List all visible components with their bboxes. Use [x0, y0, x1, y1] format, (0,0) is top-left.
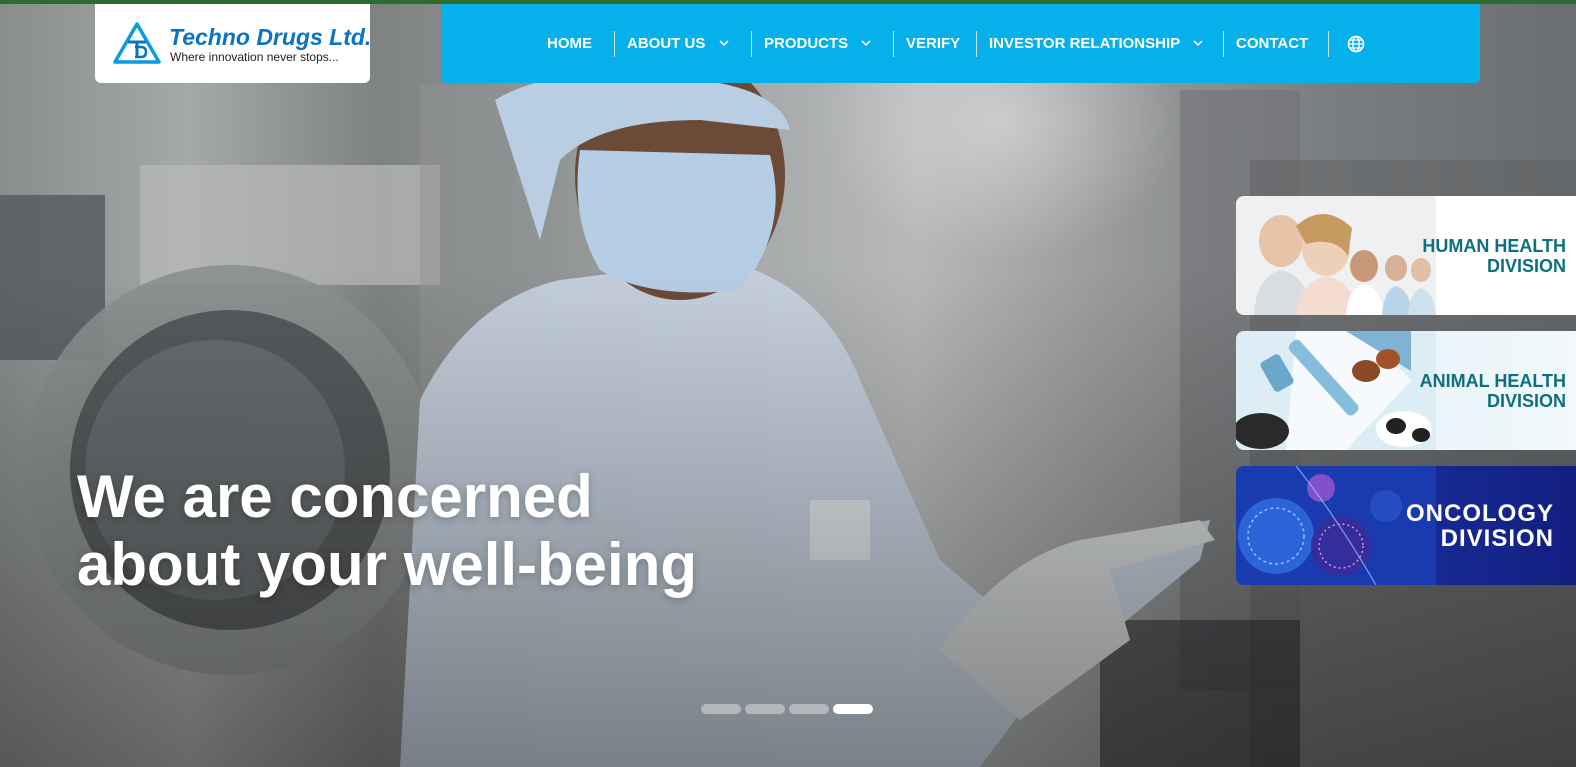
oncology-division-card[interactable]: ONCOLOGY DIVISION — [1236, 466, 1576, 585]
nav-about-us-label: ABOUT US — [627, 35, 706, 52]
chevron-down-icon — [718, 40, 729, 47]
nav-divider — [614, 31, 615, 57]
nav-divider — [976, 31, 977, 57]
human-health-label: HUMAN HEALTH DIVISION — [1422, 196, 1566, 315]
animal-health-label-line2: DIVISION — [1486, 390, 1566, 411]
animal-health-label: ANIMAL HEALTH DIVISION — [1420, 331, 1566, 450]
brand-tagline: Where innovation never stops... — [170, 50, 339, 64]
animal-health-image — [1236, 331, 1436, 450]
top-accent-line — [0, 0, 1576, 4]
human-health-label-line1: HUMAN HEALTH — [1422, 235, 1566, 256]
human-health-label-line2: DIVISION — [1486, 255, 1566, 276]
brand-name: Techno Drugs Ltd. — [169, 24, 372, 50]
human-health-division-card[interactable]: HUMAN HEALTH DIVISION — [1236, 196, 1576, 315]
nav-contact-label: CONTACT — [1236, 35, 1309, 52]
nav-divider — [751, 31, 752, 57]
hero-headline: We are concerned about your well-being — [77, 463, 697, 599]
nav-home[interactable]: HOME — [547, 4, 592, 83]
brand-logo[interactable]: Techno Drugs Ltd. Where innovation never… — [95, 4, 372, 83]
slide-dot-3[interactable] — [789, 704, 829, 714]
nav-verify-label: VERIFY — [906, 35, 961, 52]
main-navigation: HOME ABOUT US PRODUCTS VERIFY INVESTOR R… — [441, 4, 1480, 83]
hero-headline-line2: about your well-being — [77, 531, 698, 598]
slide-dot-4[interactable] — [833, 704, 873, 714]
oncology-label: ONCOLOGY DIVISION — [1406, 466, 1554, 585]
nav-investor-relationship[interactable]: INVESTOR RELATIONSHIP — [989, 4, 1204, 83]
nav-divider — [1328, 31, 1329, 57]
animal-health-division-card[interactable]: ANIMAL HEALTH DIVISION — [1236, 331, 1576, 450]
globe-icon[interactable] — [1347, 35, 1365, 53]
triangle-td-logo-icon — [113, 22, 161, 64]
oncology-label-line2: DIVISION — [1440, 524, 1554, 552]
slide-dot-1[interactable] — [701, 704, 741, 714]
chevron-down-icon — [861, 40, 871, 47]
hero-headline-line1: We are concerned — [77, 463, 593, 530]
nav-about-us[interactable]: ABOUT US — [627, 4, 730, 83]
nav-products[interactable]: PRODUCTS — [764, 4, 872, 83]
nav-verify[interactable]: VERIFY — [906, 4, 960, 83]
oncology-label-line1: ONCOLOGY — [1405, 499, 1554, 527]
nav-contact[interactable]: CONTACT — [1236, 4, 1308, 83]
chevron-down-icon — [1193, 40, 1203, 47]
human-health-image — [1236, 196, 1436, 315]
slide-dot-2[interactable] — [745, 704, 785, 714]
nav-divider — [1223, 31, 1224, 57]
nav-divider — [893, 31, 894, 57]
nav-products-label: PRODUCTS — [764, 35, 849, 52]
nav-investor-relationship-label: INVESTOR RELATIONSHIP — [989, 35, 1180, 52]
nav-home-label: HOME — [547, 35, 592, 52]
animal-health-label-line1: ANIMAL HEALTH — [1419, 370, 1566, 391]
